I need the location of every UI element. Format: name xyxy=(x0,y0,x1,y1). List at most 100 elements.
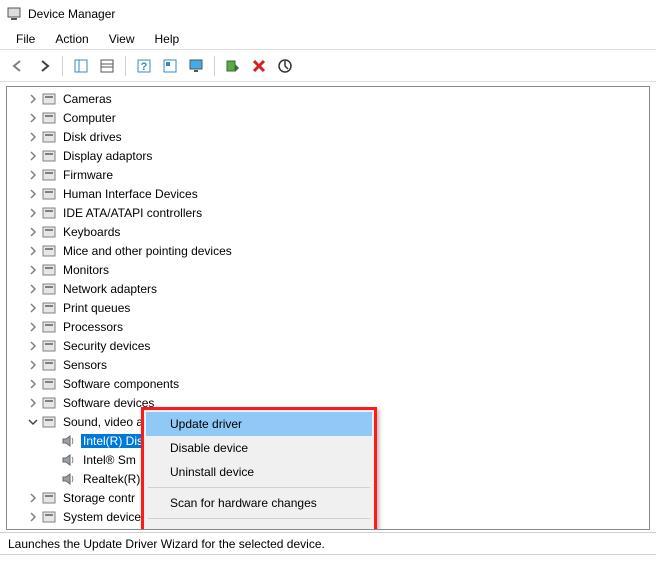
collapse-icon[interactable] xyxy=(25,414,41,430)
toolbar-separator xyxy=(125,56,126,76)
camera-icon xyxy=(41,91,57,107)
context-menu-uninstall-device[interactable]: Uninstall device xyxy=(146,460,372,484)
context-menu: Update driver Disable device Uninstall d… xyxy=(141,407,377,530)
menu-action[interactable]: Action xyxy=(45,30,98,48)
scan-hardware-button[interactable] xyxy=(273,54,297,78)
title-bar: Device Manager xyxy=(0,0,656,28)
software-icon xyxy=(41,395,57,411)
expand-icon[interactable] xyxy=(25,262,41,278)
expand-icon[interactable] xyxy=(25,319,41,335)
tree-category[interactable]: Display adaptors xyxy=(7,146,649,165)
printer-icon xyxy=(41,300,57,316)
expand-icon[interactable] xyxy=(25,509,41,525)
menu-view[interactable]: View xyxy=(99,30,145,48)
show-hide-console-tree-button[interactable] xyxy=(69,54,93,78)
expand-icon[interactable] xyxy=(25,376,41,392)
forward-button[interactable] xyxy=(32,54,56,78)
update-driver-button[interactable] xyxy=(221,54,245,78)
security-icon xyxy=(41,338,57,354)
menu-help[interactable]: Help xyxy=(145,30,190,48)
expand-icon[interactable] xyxy=(25,243,41,259)
tree-category[interactable]: Keyboards xyxy=(7,222,649,241)
menu-bar: File Action View Help xyxy=(0,28,656,50)
context-menu-scan-hardware[interactable]: Scan for hardware changes xyxy=(146,491,372,515)
computer-icon xyxy=(41,110,57,126)
options-button[interactable] xyxy=(158,54,182,78)
tree-category-label: Computer xyxy=(61,111,118,125)
tree-category-label: Software components xyxy=(61,377,181,391)
expand-icon[interactable] xyxy=(25,110,41,126)
display-icon xyxy=(41,148,57,164)
tree-category[interactable]: Security devices xyxy=(7,336,649,355)
context-menu-update-driver[interactable]: Update driver xyxy=(146,412,372,436)
tree-category[interactable]: Monitors xyxy=(7,260,649,279)
expand-icon[interactable] xyxy=(25,129,41,145)
tree-category[interactable]: Network adapters xyxy=(7,279,649,298)
tree-category-label: Sensors xyxy=(61,358,109,372)
expand-icon[interactable] xyxy=(25,338,41,354)
expand-icon[interactable] xyxy=(25,300,41,316)
mouse-icon xyxy=(41,243,57,259)
expand-icon[interactable] xyxy=(25,167,41,183)
window-title: Device Manager xyxy=(28,7,115,21)
svg-text:?: ? xyxy=(141,61,148,73)
tree-device-label: Intel® Sm xyxy=(81,453,138,467)
toolbar-separator xyxy=(62,56,63,76)
tree-category-label: Mice and other pointing devices xyxy=(61,244,234,258)
toolbar-separator xyxy=(214,56,215,76)
expand-icon[interactable] xyxy=(25,224,41,240)
storage-icon xyxy=(41,490,57,506)
drive-icon xyxy=(41,129,57,145)
cpu-icon xyxy=(41,319,57,335)
device-manager-icon xyxy=(6,6,22,22)
expand-icon[interactable] xyxy=(25,357,41,373)
tree-category-label: Monitors xyxy=(61,263,111,277)
tree-category[interactable]: Print queues xyxy=(7,298,649,317)
show-monitor-button[interactable] xyxy=(184,54,208,78)
tree-category[interactable]: Human Interface Devices xyxy=(7,184,649,203)
tree-category[interactable]: Software components xyxy=(7,374,649,393)
context-menu-disable-device[interactable]: Disable device xyxy=(146,436,372,460)
context-menu-separator xyxy=(148,487,370,488)
expand-icon[interactable] xyxy=(25,528,41,531)
tree-category-label: Network adapters xyxy=(61,282,159,296)
context-menu-properties[interactable]: Properties xyxy=(146,522,372,530)
back-button[interactable] xyxy=(6,54,30,78)
tree-category[interactable]: IDE ATA/ATAPI controllers xyxy=(7,203,649,222)
expand-icon[interactable] xyxy=(25,395,41,411)
expand-icon[interactable] xyxy=(25,91,41,107)
status-text: Launches the Update Driver Wizard for th… xyxy=(8,537,325,551)
tree-category-label: Keyboards xyxy=(61,225,122,239)
resize-grip-bar xyxy=(0,554,656,572)
expand-icon[interactable] xyxy=(25,186,41,202)
tree-category[interactable]: Sensors xyxy=(7,355,649,374)
tree-category-label: Processors xyxy=(61,320,125,334)
tree-category-label: Cameras xyxy=(61,92,114,106)
tree-category-label: Security devices xyxy=(61,339,152,353)
network-icon xyxy=(41,281,57,297)
expand-icon[interactable] xyxy=(25,490,41,506)
device-tree-pane: Cameras Computer Disk drivesDisplay adapto… xyxy=(6,86,650,530)
expand-icon[interactable] xyxy=(25,205,41,221)
ide-icon xyxy=(41,205,57,221)
tree-category-label: Print queues xyxy=(61,301,132,315)
tree-category[interactable]: Firmware xyxy=(7,165,649,184)
context-menu-separator xyxy=(148,518,370,519)
keyboard-icon xyxy=(41,224,57,240)
expand-icon[interactable] xyxy=(25,148,41,164)
tree-category[interactable]: Mice and other pointing devices xyxy=(7,241,649,260)
help-button[interactable]: ? xyxy=(132,54,156,78)
disable-button[interactable] xyxy=(247,54,271,78)
tree-category[interactable]: Disk drives xyxy=(7,127,649,146)
expand-icon[interactable] xyxy=(25,281,41,297)
tree-category[interactable]: Computer xyxy=(7,108,649,127)
tree-category-label: Human Interface Devices xyxy=(61,187,200,201)
sound-icon xyxy=(41,414,57,430)
software-icon xyxy=(41,376,57,392)
tree-category[interactable]: Processors xyxy=(7,317,649,336)
tree-category[interactable]: Cameras xyxy=(7,89,649,108)
system-icon xyxy=(41,509,57,525)
sensor-icon xyxy=(41,357,57,373)
properties-button[interactable] xyxy=(95,54,119,78)
menu-file[interactable]: File xyxy=(6,30,45,48)
